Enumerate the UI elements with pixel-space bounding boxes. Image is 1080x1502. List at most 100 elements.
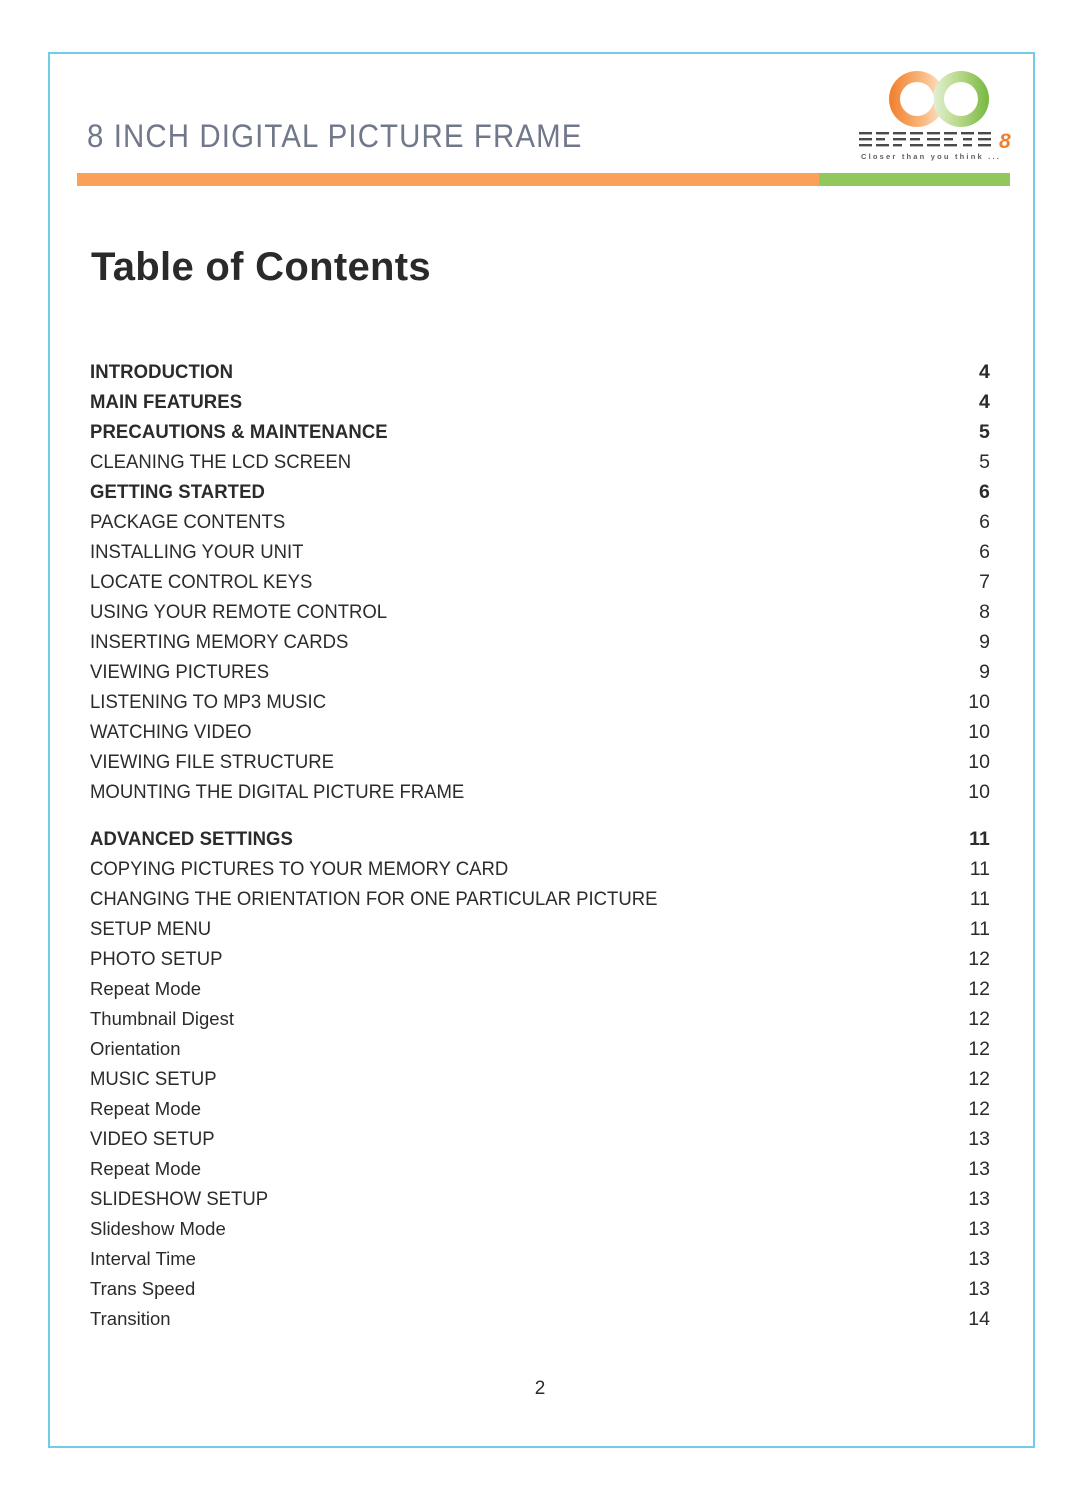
toc-entry[interactable]: Repeat Mode 12 xyxy=(90,1094,990,1124)
toc-entry-page-number: 4 xyxy=(979,361,990,383)
toc-entry-page-number: 11 xyxy=(969,918,990,940)
document-page: 8 INCH DIGITAL PICTURE FRAME 8 Closer th… xyxy=(0,0,1080,1502)
toc-entry-label: Orientation xyxy=(90,1038,181,1059)
toc-entry[interactable]: COPYING PICTURES TO YOUR MEMORY CARD 11 xyxy=(90,854,990,884)
toc-entry[interactable]: Interval Time 13 xyxy=(90,1244,990,1274)
toc-entry-page-number: 14 xyxy=(968,1308,990,1330)
toc-entry[interactable]: MAIN FEATURES 4 xyxy=(90,387,990,417)
divider-orange-segment xyxy=(77,173,819,186)
brand-wordmark-icon: 8 xyxy=(859,130,1011,153)
toc-entry-label: Thumbnail Digest xyxy=(90,1008,234,1029)
toc-entry-page-number: 10 xyxy=(968,751,990,773)
toc-entry[interactable]: Transition 14 xyxy=(90,1304,990,1334)
brand-tagline: Closer than you think ... xyxy=(861,152,1002,161)
toc-entry-label: VIEWING FILE STRUCTURE xyxy=(90,751,334,773)
toc-entry[interactable]: Slideshow Mode 13 xyxy=(90,1214,990,1244)
footer-page-number: 2 xyxy=(534,1378,546,1399)
toc-entry[interactable]: INSERTING MEMORY CARDS 9 xyxy=(90,627,990,657)
toc-entry[interactable]: CHANGING THE ORIENTATION FOR ONE PARTICU… xyxy=(90,884,990,914)
toc-entry-label: INTRODUCTION xyxy=(90,361,234,383)
toc-entry-page-number: 13 xyxy=(968,1158,990,1180)
toc-entry[interactable]: Repeat Mode 12 xyxy=(90,974,990,1004)
header-divider-bar xyxy=(77,173,1010,186)
toc-entry-label: Transition xyxy=(90,1308,171,1329)
toc-entry[interactable]: CLEANING THE LCD SCREEN 5 xyxy=(90,447,990,477)
toc-entry-page-number: 6 xyxy=(979,511,990,533)
toc-entry[interactable]: Orientation 12 xyxy=(90,1034,990,1064)
toc-entry[interactable]: Thumbnail Digest 12 xyxy=(90,1004,990,1034)
toc-entry[interactable]: SLIDESHOW SETUP 13 xyxy=(90,1184,990,1214)
toc-entry-label: GETTING STARTED xyxy=(90,481,266,503)
toc-entry[interactable]: VIEWING PICTURES 9 xyxy=(90,657,990,687)
toc-entry[interactable]: INSTALLING YOUR UNIT 6 xyxy=(90,537,990,567)
toc-entry[interactable]: MUSIC SETUP 12 xyxy=(90,1064,990,1094)
toc-entry[interactable]: VIDEO SETUP 13 xyxy=(90,1124,990,1154)
toc-entry-page-number: 13 xyxy=(968,1188,990,1210)
table-of-contents: INTRODUCTION 4 MAIN FEATURES 4 PRECAUTIONS &… xyxy=(90,357,990,1334)
toc-entry-label: Slideshow Mode xyxy=(90,1218,226,1239)
toc-entry-label: Trans Speed xyxy=(90,1278,196,1299)
toc-entry-page-number: 13 xyxy=(968,1128,990,1150)
toc-entry[interactable]: PHOTO SETUP 12 xyxy=(90,944,990,974)
toc-entry-page-number: 6 xyxy=(979,481,990,503)
toc-entry-page-number: 13 xyxy=(968,1218,990,1240)
toc-entry-page-number: 10 xyxy=(968,691,990,713)
toc-entry-page-number: 12 xyxy=(968,1038,990,1060)
toc-entry[interactable]: WATCHING VIDEO 10 xyxy=(90,717,990,747)
toc-entry-label: LISTENING TO MP3 MUSIC xyxy=(90,691,327,713)
toc-entry-page-number: 11 xyxy=(969,888,990,910)
toc-entry[interactable]: Trans Speed 13 xyxy=(90,1274,990,1304)
toc-entry[interactable]: INTRODUCTION 4 xyxy=(90,357,990,387)
toc-entry-page-number: 11 xyxy=(969,828,990,850)
page-title: Table of Contents xyxy=(91,245,431,289)
toc-entry-label: INSERTING MEMORY CARDS xyxy=(90,631,349,653)
infinity-loop-icon xyxy=(889,71,989,127)
toc-entry[interactable]: GETTING STARTED 6 xyxy=(90,477,990,507)
toc-entry[interactable]: PACKAGE CONTENTS 6 xyxy=(90,507,990,537)
toc-entry-page-number: 6 xyxy=(979,541,990,563)
toc-entry-page-number: 7 xyxy=(979,571,990,593)
toc-entry-page-number: 13 xyxy=(968,1278,990,1300)
toc-entry-label: Repeat Mode xyxy=(90,1158,202,1179)
toc-entry-page-number: 9 xyxy=(979,661,990,683)
toc-entry-page-number: 12 xyxy=(968,1008,990,1030)
toc-entry-page-number: 12 xyxy=(968,1068,990,1090)
toc-entry-page-number: 12 xyxy=(968,978,990,1000)
brand-logo: 8 Closer than you think ... xyxy=(857,68,1022,178)
toc-entry[interactable]: MOUNTING THE DIGITAL PICTURE FRAME 10 xyxy=(90,777,990,807)
toc-entry-page-number: 13 xyxy=(968,1248,990,1270)
toc-entry-label: Repeat Mode xyxy=(90,978,202,999)
toc-entry-page-number: 5 xyxy=(979,451,990,473)
toc-entry-label: Repeat Mode xyxy=(90,1098,202,1119)
toc-entry-page-number: 8 xyxy=(979,601,990,623)
toc-entry-label: PRECAUTIONS & MAINTENANCE xyxy=(90,421,388,443)
toc-entry[interactable]: LISTENING TO MP3 MUSIC 10 xyxy=(90,687,990,717)
toc-entry-label: MAIN FEATURES xyxy=(90,391,243,413)
toc-entry-label: LOCATE CONTROL KEYS xyxy=(90,571,313,593)
svg-text:8: 8 xyxy=(999,130,1011,153)
toc-entry-page-number: 4 xyxy=(979,391,990,413)
toc-entry-label: PACKAGE CONTENTS xyxy=(90,511,286,533)
toc-entry[interactable]: SETUP MENU 11 xyxy=(90,914,990,944)
toc-entry[interactable]: USING YOUR REMOTE CONTROL 8 xyxy=(90,597,990,627)
toc-entry-label: SLIDESHOW SETUP xyxy=(90,1188,269,1210)
toc-entry-label: CLEANING THE LCD SCREEN xyxy=(90,451,352,473)
toc-entry[interactable]: ADVANCED SETTINGS 11 xyxy=(90,824,990,854)
toc-entry-label: ADVANCED SETTINGS xyxy=(90,828,294,850)
toc-entry-page-number: 12 xyxy=(968,948,990,970)
toc-entry-page-number: 12 xyxy=(968,1098,990,1120)
toc-entry[interactable]: LOCATE CONTROL KEYS 7 xyxy=(90,567,990,597)
toc-entry-label: PHOTO SETUP xyxy=(90,948,223,970)
toc-entry[interactable]: VIEWING FILE STRUCTURE 10 xyxy=(90,747,990,777)
toc-entry-label: USING YOUR REMOTE CONTROL xyxy=(90,601,388,623)
divider-green-segment xyxy=(818,173,1010,186)
toc-entry-label: Interval Time xyxy=(90,1248,196,1269)
toc-entry-label: COPYING PICTURES TO YOUR MEMORY CARD xyxy=(90,858,509,880)
toc-entry-page-number: 9 xyxy=(979,631,990,653)
toc-entry-label: WATCHING VIDEO xyxy=(90,721,252,743)
toc-entry[interactable]: PRECAUTIONS & MAINTENANCE 5 xyxy=(90,417,990,447)
toc-entry-label: CHANGING THE ORIENTATION FOR ONE PARTICU… xyxy=(90,888,658,910)
toc-entry-page-number: 10 xyxy=(968,721,990,743)
toc-entry-page-number: 11 xyxy=(969,858,990,880)
toc-entry[interactable]: Repeat Mode 13 xyxy=(90,1154,990,1184)
